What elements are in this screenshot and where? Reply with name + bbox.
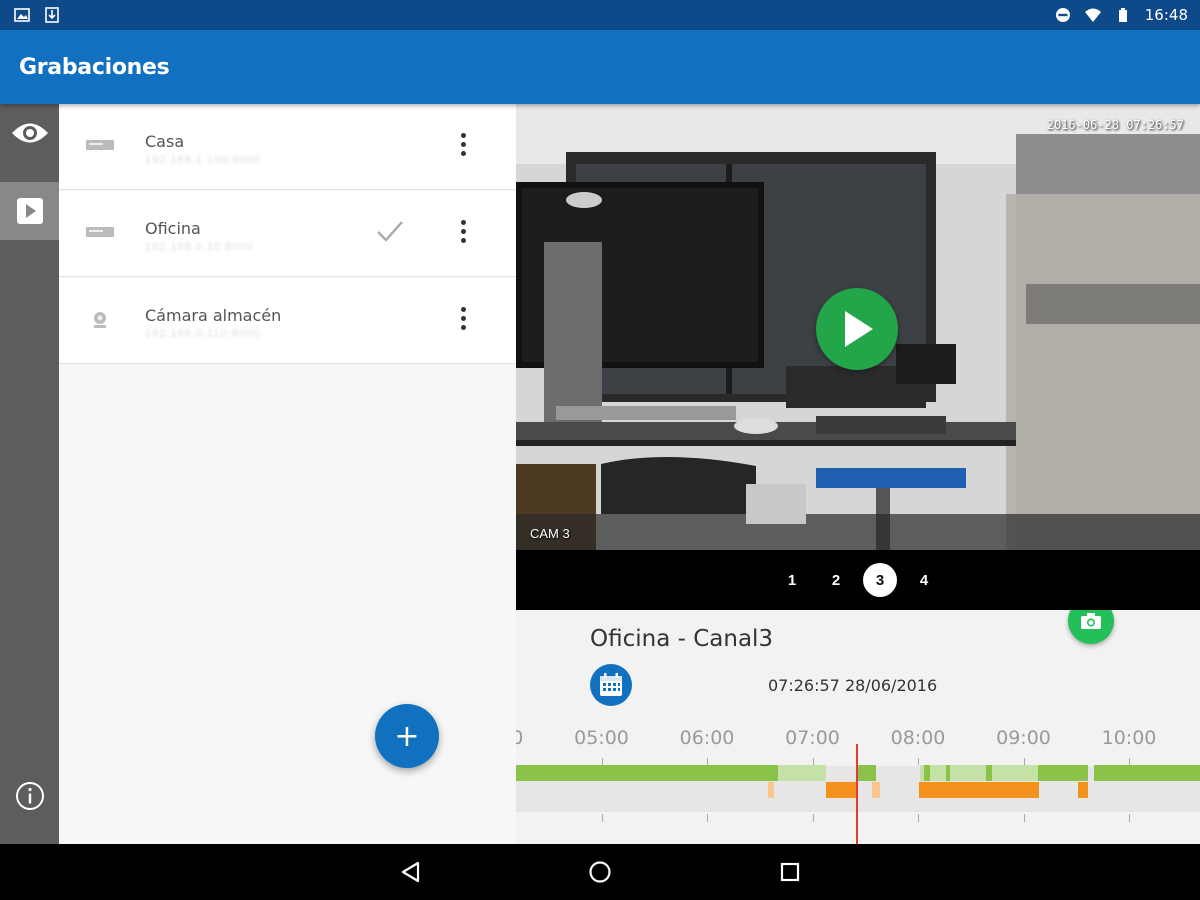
dvr-icon	[86, 140, 114, 150]
snapshot-button[interactable]	[1068, 610, 1114, 644]
webcam-icon	[94, 312, 106, 328]
rail-item-recordings[interactable]	[0, 182, 59, 240]
timeline-tick	[812, 758, 814, 765]
timeline-tick	[812, 814, 814, 822]
dvr-icon	[86, 227, 114, 237]
do-not-disturb-icon	[1055, 8, 1070, 22]
device-address: 192.168.0.10:8000	[145, 241, 254, 253]
device-list: Casa 192.168.1.100:8000 Oficina 192.168.…	[59, 104, 516, 844]
timeline-tick	[1023, 758, 1025, 765]
download-notification-icon	[45, 7, 59, 23]
timeline-hour-label: 08:00	[890, 727, 946, 749]
page-title: Grabaciones	[19, 55, 170, 80]
timeline-tick	[601, 758, 603, 765]
system-navigation-bar	[0, 844, 1200, 900]
continuous-recording-segment	[1094, 765, 1200, 781]
continuous-recording-segment	[946, 765, 950, 781]
continuous-recording-segment	[920, 765, 1038, 781]
video-player[interactable]: 2016-06-28 07:26:57 CAM 3	[516, 104, 1200, 550]
battery-icon	[1118, 8, 1127, 22]
timeline-hour-label: 10:00	[1101, 727, 1157, 749]
eye-icon	[11, 123, 48, 143]
device-name: Oficina	[145, 219, 201, 238]
timeline-hour-label: 06:00	[679, 727, 735, 749]
camera-icon	[1081, 613, 1101, 629]
timeline-hour-label: 09:00	[996, 727, 1051, 749]
motion-recording-segment	[919, 782, 1039, 798]
timeline-hour-label: 05:00	[574, 727, 629, 749]
list-item-device[interactable]: Cámara almacén 192.168.0.110:8000	[59, 278, 516, 364]
timeline-tick	[1129, 758, 1130, 765]
navigation-rail	[0, 104, 59, 844]
device-name: Cámara almacén	[145, 306, 282, 325]
camera-page-selector: 1 2 3 4	[516, 550, 1200, 610]
home-button[interactable]	[586, 858, 614, 886]
rail-item-info[interactable]	[0, 767, 59, 825]
page-2-button[interactable]: 2	[814, 562, 858, 598]
rail-item-live-view[interactable]	[0, 104, 59, 162]
info-icon	[15, 782, 44, 810]
recents-button[interactable]	[776, 858, 804, 886]
image-notification-icon	[14, 8, 30, 22]
timeline-cursor[interactable]	[856, 744, 858, 844]
page-4-button[interactable]: 4	[902, 562, 946, 598]
device-address: 192.168.1.100:8000	[145, 154, 261, 166]
more-options-button[interactable]	[451, 130, 475, 158]
motion-recording-segment	[826, 782, 856, 798]
page-1-button[interactable]: 1	[770, 562, 814, 598]
motion-recording-segment	[872, 782, 880, 798]
timeline-hour-label: 04:00	[516, 727, 524, 749]
playback-datetime: 07:26:57 28/06/2016	[768, 676, 938, 695]
timeline-tick	[601, 814, 603, 822]
app-bar: Grabaciones	[0, 30, 1200, 104]
motion-recording-segment	[1078, 782, 1088, 798]
playback-panel: Oficina - Canal3 07:26:57 28/06/2016 0 0…	[516, 610, 1200, 844]
continuous-recording-segment	[986, 765, 992, 781]
recents-square-icon	[780, 862, 800, 882]
continuous-recording-segment	[856, 765, 876, 781]
checkmark-icon	[377, 221, 403, 242]
continuous-recording-segment	[924, 765, 930, 781]
home-circle-icon	[589, 861, 611, 883]
recording-timeline[interactable]: 04:00 05:00 06:00 07:00 08:00 09:00 10:00	[516, 722, 1200, 844]
wifi-icon	[1084, 8, 1101, 22]
calendar-icon	[600, 673, 622, 696]
timeline-tick	[707, 758, 708, 765]
status-bar: 16:48	[0, 0, 1200, 30]
add-device-button[interactable]: +	[375, 704, 439, 768]
more-options-button[interactable]	[451, 217, 475, 245]
list-item-device[interactable]: Casa 192.168.1.100:8000	[59, 104, 516, 190]
device-address: 192.168.0.110:8000	[145, 328, 261, 340]
motion-recording-segment	[768, 782, 774, 798]
channel-title: Oficina - Canal3	[590, 626, 774, 652]
timeline-tick	[1129, 814, 1130, 822]
back-triangle-icon	[401, 861, 420, 883]
back-button[interactable]	[397, 858, 425, 886]
more-options-button[interactable]	[451, 304, 475, 332]
continuous-recording-segment	[778, 765, 826, 781]
play-button[interactable]	[816, 288, 898, 370]
timeline-tick	[918, 814, 919, 822]
continuous-recording-segment	[1038, 765, 1088, 781]
video-timestamp: 2016-06-28 07:26:57	[1046, 118, 1184, 132]
clock: 16:48	[1144, 6, 1188, 24]
timeline-tick	[918, 758, 919, 765]
timeline-hour-label: 07:00	[785, 727, 840, 749]
page-3-button[interactable]: 3	[858, 562, 902, 598]
play-icon	[845, 311, 873, 347]
calendar-button[interactable]	[590, 664, 632, 706]
list-item-device[interactable]: Oficina 192.168.0.10:8000	[59, 191, 516, 277]
timeline-tick	[707, 814, 708, 822]
timeline-tick	[1023, 814, 1025, 822]
camera-label: CAM 3	[530, 526, 570, 541]
device-name: Casa	[145, 132, 185, 151]
play-icon	[16, 198, 43, 224]
